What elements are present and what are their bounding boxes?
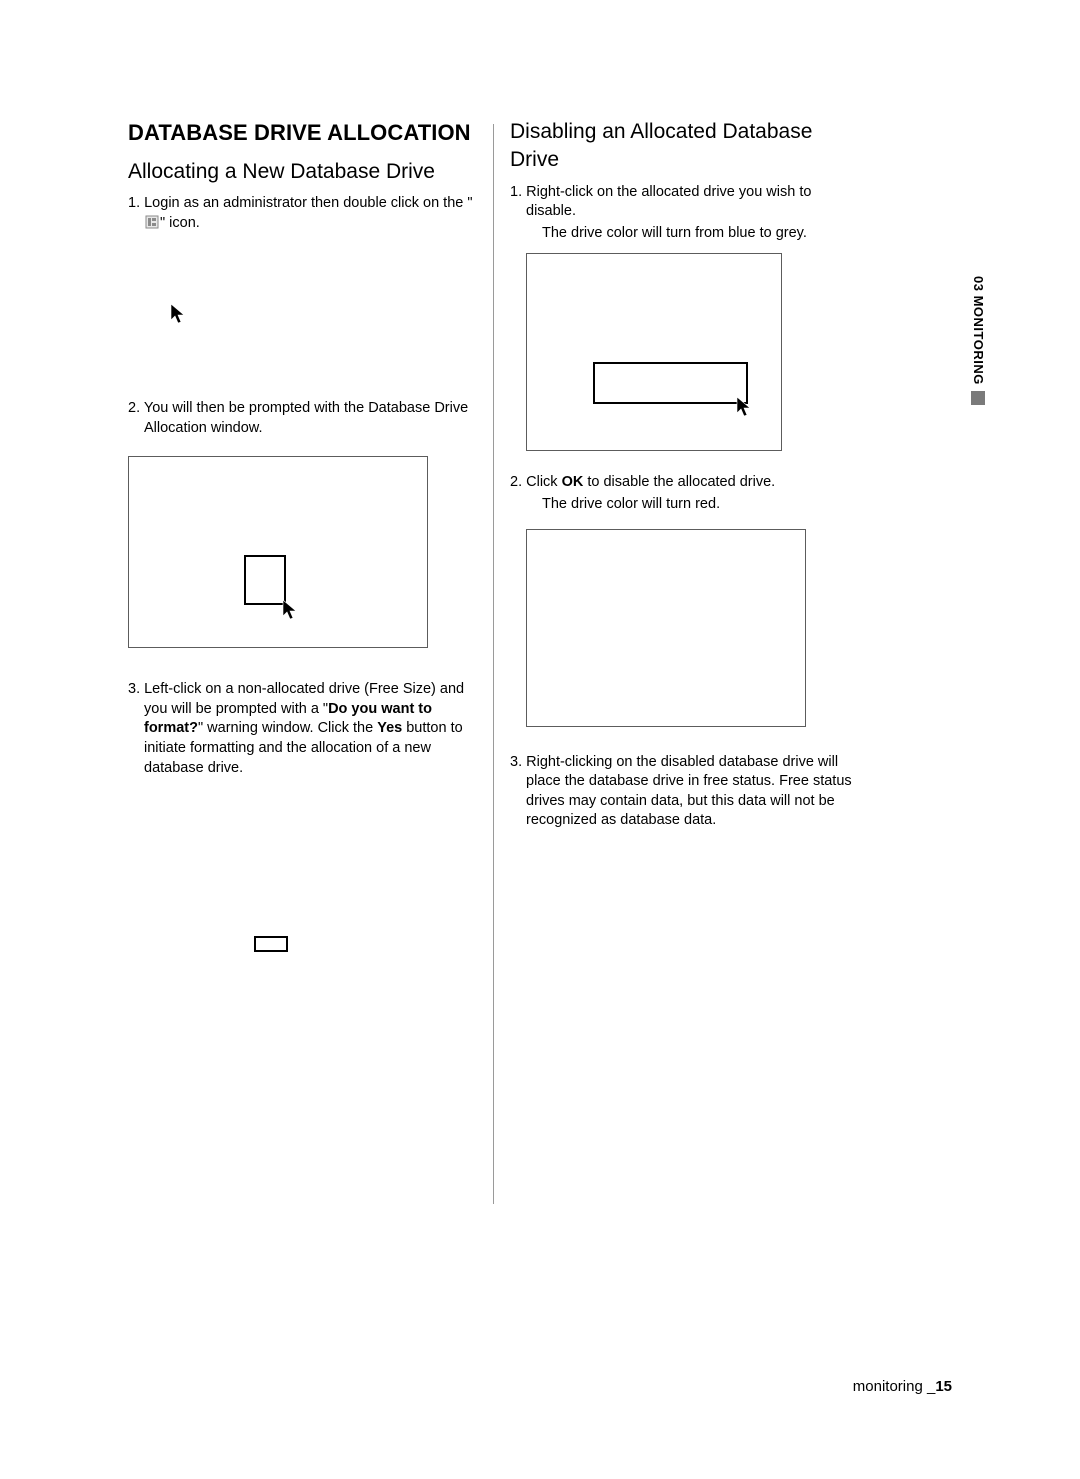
figure-format-prompt bbox=[128, 800, 428, 960]
page-footer: monitoring _15 bbox=[853, 1377, 952, 1397]
disable-step1-a: 1. Right-click on the allocated drive yo… bbox=[510, 184, 811, 220]
footer-label: monitoring _ bbox=[853, 1378, 936, 1395]
disable-step1-b: The drive color will turn from blue to g… bbox=[526, 224, 858, 244]
section-tab: 03 MONITORING bbox=[966, 276, 990, 405]
section-tab-label: 03 MONITORING bbox=[969, 276, 987, 385]
figure-rightclick-drive bbox=[526, 253, 782, 451]
allocating-step-3: 3. Left-click on a non-allocated drive (… bbox=[128, 680, 476, 778]
inner-box-1 bbox=[244, 555, 286, 605]
drive-allocation-icon bbox=[145, 215, 159, 229]
two-column-content: DATABASE DRIVE ALLOCATION Allocating a N… bbox=[128, 118, 858, 1204]
cursor-icon bbox=[736, 396, 754, 418]
manual-page: 03 MONITORING DATABASE DRIVE ALLOCATION … bbox=[0, 0, 1080, 1479]
disabling-step-1: 1. Right-click on the allocated drive yo… bbox=[510, 183, 858, 244]
yes-button-box bbox=[254, 936, 288, 952]
left-column: DATABASE DRIVE ALLOCATION Allocating a N… bbox=[128, 118, 476, 1204]
disabling-step-3: 3. Right-clicking on the disabled databa… bbox=[510, 753, 858, 831]
step3-bold2: Yes bbox=[377, 720, 402, 736]
drive-rect bbox=[593, 362, 748, 404]
disable-step2-c: The drive color will turn red. bbox=[526, 495, 858, 515]
section-tab-marker bbox=[971, 391, 985, 405]
footer-page-number: 15 bbox=[935, 1378, 952, 1395]
subsection-heading-allocating: Allocating a New Database Drive bbox=[128, 158, 476, 186]
figure-allocation-window bbox=[128, 456, 428, 648]
step1-text-suffix: " icon. bbox=[160, 215, 200, 231]
allocating-steps-2: 2. You will then be prompted with the Da… bbox=[128, 399, 476, 438]
allocating-steps: 1. Login as an administrator then double… bbox=[128, 194, 476, 233]
allocating-steps-3: 3. Left-click on a non-allocated drive (… bbox=[128, 680, 476, 778]
cursor-icon bbox=[170, 303, 188, 325]
column-divider bbox=[493, 124, 494, 1204]
right-column: Disabling an Allocated Database Drive 1.… bbox=[510, 118, 858, 1204]
disable-step2-a: 2. Click bbox=[510, 474, 562, 490]
disabling-steps-2: 2. Click OK to disable the allocated dri… bbox=[510, 473, 858, 514]
disabling-step-2: 2. Click OK to disable the allocated dri… bbox=[510, 473, 858, 514]
section-heading: DATABASE DRIVE ALLOCATION bbox=[128, 118, 476, 148]
allocating-step-1: 1. Login as an administrator then double… bbox=[128, 194, 476, 233]
disabling-steps-3: 3. Right-clicking on the disabled databa… bbox=[510, 753, 858, 831]
cursor-icon bbox=[282, 599, 300, 621]
disable-step2-bold: OK bbox=[562, 474, 584, 490]
figure-ok-disable bbox=[526, 529, 806, 727]
allocating-step-2: 2. You will then be prompted with the Da… bbox=[128, 399, 476, 438]
step3-b: " warning window. Click the bbox=[198, 720, 377, 736]
step1-text-prefix: 1. Login as an administrator then double… bbox=[128, 195, 473, 211]
figure-login-icon bbox=[128, 263, 476, 367]
disable-step2-b: to disable the allocated drive. bbox=[583, 474, 775, 490]
subsection-heading-disabling: Disabling an Allocated Database Drive bbox=[510, 118, 858, 175]
disabling-steps: 1. Right-click on the allocated drive yo… bbox=[510, 183, 858, 244]
